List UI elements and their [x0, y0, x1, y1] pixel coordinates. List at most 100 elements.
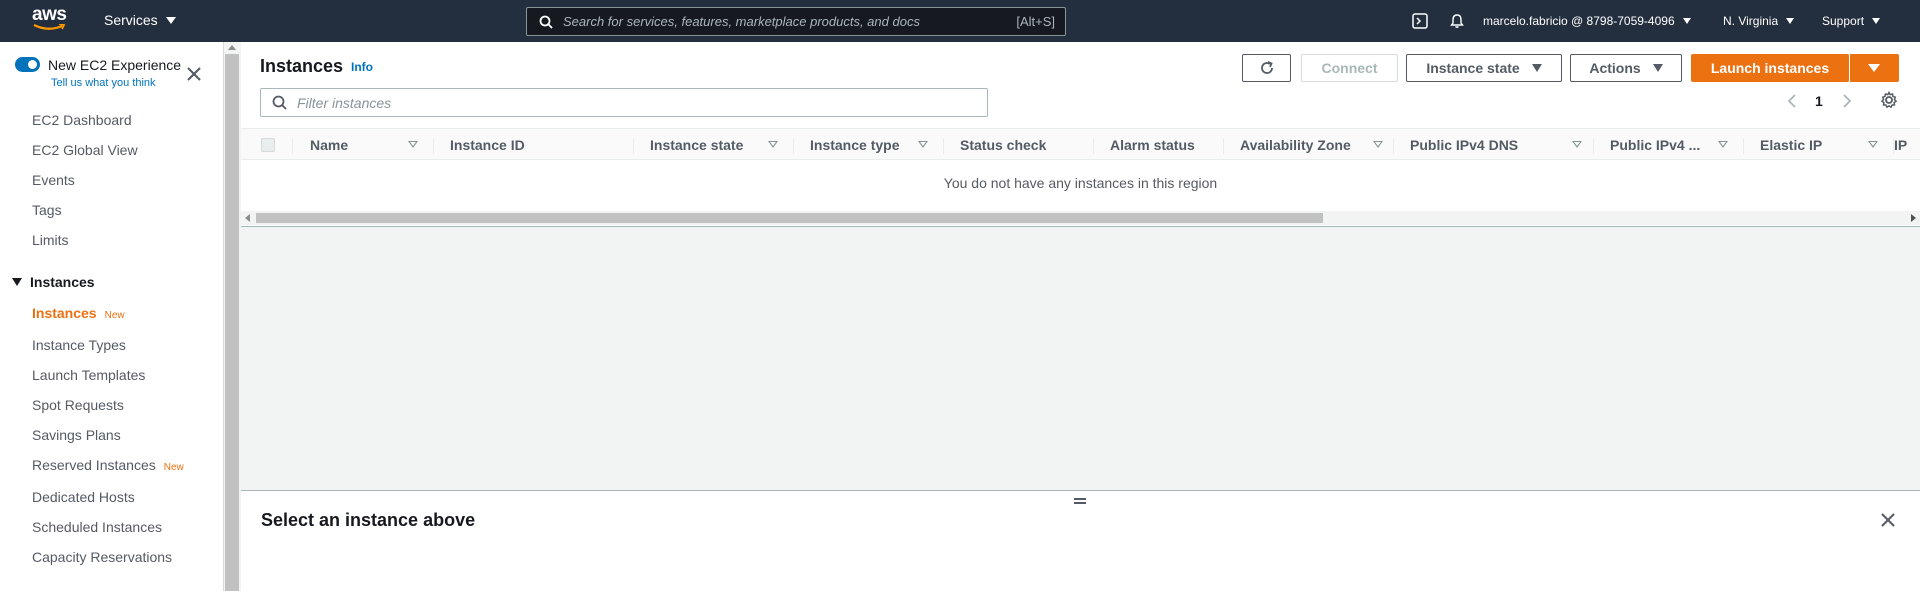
connect-button[interactable]: Connect [1301, 54, 1398, 82]
sort-icon[interactable] [1868, 141, 1878, 148]
column-header-instance-id[interactable]: Instance ID [450, 137, 525, 153]
sidebar-item-ec2-dashboard[interactable]: EC2 Dashboard [32, 112, 132, 128]
sidebar-item-events[interactable]: Events [32, 172, 75, 188]
column-divider[interactable] [1393, 138, 1394, 154]
column-divider [292, 138, 293, 154]
sort-icon[interactable] [768, 141, 778, 148]
services-menu[interactable]: Services [104, 12, 176, 28]
main-content: Instances Info Connect Instance state Ac… [241, 42, 1920, 591]
sidebar-item-spot-requests[interactable]: Spot Requests [32, 397, 124, 413]
new-experience-toggle[interactable] [15, 57, 40, 72]
chevron-left-icon[interactable] [1786, 93, 1798, 109]
split-panel-resize-handle[interactable] [1074, 497, 1086, 505]
scrollbar-thumb[interactable] [225, 54, 239, 591]
sort-icon[interactable] [408, 141, 418, 148]
sort-icon[interactable] [918, 141, 928, 148]
sidebar-item-savings-plans[interactable]: Savings Plans [32, 427, 121, 443]
column-divider[interactable] [433, 138, 434, 154]
sidebar-item-scheduled-instances[interactable]: Scheduled Instances [32, 519, 162, 535]
aws-logo[interactable]: aws [32, 5, 72, 36]
caret-down-icon [1868, 64, 1880, 72]
sort-icon[interactable] [1373, 141, 1383, 148]
instances-panel: Instances Info Connect Instance state Ac… [241, 42, 1920, 227]
column-divider[interactable] [1593, 138, 1594, 154]
feedback-link[interactable]: Tell us what you think [51, 77, 156, 89]
caret-down-icon [1872, 18, 1881, 24]
global-search[interactable]: [Alt+S] [526, 7, 1066, 36]
instance-state-button[interactable]: Instance state [1406, 54, 1562, 82]
aws-smile-icon [33, 24, 66, 30]
column-header-ip-partial[interactable]: IP [1894, 137, 1907, 153]
sidebar-item-tags[interactable]: Tags [32, 202, 62, 218]
notifications-button[interactable] [1449, 0, 1465, 42]
region-menu[interactable]: N. Virginia [1723, 0, 1795, 42]
column-header-public-ipv4-address[interactable]: Public IPv4 ... [1610, 137, 1700, 153]
column-header-instance-state[interactable]: Instance state [650, 137, 743, 153]
search-shortcut-hint: [Alt+S] [1016, 14, 1055, 29]
toggle-knob [28, 60, 37, 69]
details-split-panel: Select an instance above [241, 490, 1920, 591]
sort-icon[interactable] [1572, 141, 1582, 148]
column-divider[interactable] [793, 138, 794, 154]
launch-instances-button[interactable]: Launch instances [1691, 54, 1849, 82]
column-header-alarm-status[interactable]: Alarm status [1110, 137, 1195, 153]
sidebar-section-instances[interactable]: Instances [12, 274, 95, 290]
close-icon[interactable] [1879, 511, 1897, 529]
column-divider[interactable] [1093, 138, 1094, 154]
caret-down-icon [1682, 18, 1691, 24]
column-divider[interactable] [1223, 138, 1224, 154]
column-header-instance-type[interactable]: Instance type [810, 137, 899, 153]
launch-instances-dropdown[interactable] [1849, 54, 1899, 82]
support-menu[interactable]: Support [1822, 0, 1881, 42]
details-panel-title: Select an instance above [261, 510, 476, 530]
info-link[interactable]: Info [351, 60, 373, 74]
sidebar-item-limits[interactable]: Limits [32, 232, 69, 248]
column-divider[interactable] [633, 138, 634, 154]
filter-instances-input[interactable] [297, 94, 977, 111]
sidebar-item-reserved-instances[interactable]: Reserved Instances New [32, 457, 184, 473]
filter-box[interactable] [260, 88, 988, 117]
column-header-availability-zone[interactable]: Availability Zone [1240, 137, 1351, 153]
caret-down-icon [1786, 18, 1795, 24]
cloudshell-button[interactable] [1412, 0, 1428, 42]
scrollbar-thumb[interactable] [256, 213, 1323, 223]
table-horizontal-scrollbar[interactable] [241, 211, 1920, 225]
chevron-right-icon[interactable] [1841, 93, 1853, 109]
sidebar-item-ec2-global-view[interactable]: EC2 Global View [32, 142, 138, 158]
actions-button[interactable]: Actions [1570, 54, 1682, 82]
sidebar-item-instances[interactable]: Instances New [32, 305, 125, 321]
caret-down-icon [12, 278, 22, 286]
global-search-input[interactable] [563, 14, 993, 29]
sort-icon[interactable] [1718, 141, 1728, 148]
page-number[interactable]: 1 [1815, 93, 1823, 109]
search-icon [272, 95, 287, 110]
sidebar-item-launch-templates[interactable]: Launch Templates [32, 367, 145, 383]
select-all-checkbox[interactable] [261, 138, 275, 152]
new-experience-title: New EC2 Experience [48, 57, 182, 73]
sidebar-item-dedicated-hosts[interactable]: Dedicated Hosts [32, 489, 135, 505]
column-header-elastic-ip[interactable]: Elastic IP [1760, 137, 1822, 153]
scroll-up-icon[interactable] [228, 45, 236, 50]
refresh-icon [1260, 61, 1273, 74]
settings-gear-icon[interactable] [1880, 91, 1898, 109]
sidebar-item-instance-types[interactable]: Instance Types [32, 337, 126, 353]
scroll-left-icon[interactable] [245, 214, 250, 222]
column-divider[interactable] [1743, 138, 1744, 154]
top-nav: aws Services [Alt+S] marcelo.fabricio @ … [0, 0, 1920, 42]
refresh-button[interactable] [1242, 54, 1291, 82]
sidebar-scrollbar[interactable] [224, 42, 241, 591]
scroll-right-icon[interactable] [1911, 214, 1916, 222]
region-label: N. Virginia [1723, 14, 1779, 28]
empty-table-message: You do not have any instances in this re… [943, 175, 1218, 191]
column-header-name[interactable]: Name [310, 137, 348, 153]
column-divider[interactable] [943, 138, 944, 154]
close-sidebar-icon[interactable] [184, 64, 204, 84]
account-menu[interactable]: marcelo.fabricio @ 8798-7059-4096 [1483, 0, 1691, 42]
sidebar-item-capacity-reservations[interactable]: Capacity Reservations [32, 549, 172, 565]
sidebar-item-label: Instances [32, 305, 97, 321]
column-header-public-ipv4-dns[interactable]: Public IPv4 DNS [1410, 137, 1518, 153]
support-label: Support [1822, 14, 1865, 28]
caret-down-icon [1531, 64, 1542, 72]
column-header-status-check[interactable]: Status check [960, 137, 1046, 153]
page-title: Instances [260, 56, 344, 76]
